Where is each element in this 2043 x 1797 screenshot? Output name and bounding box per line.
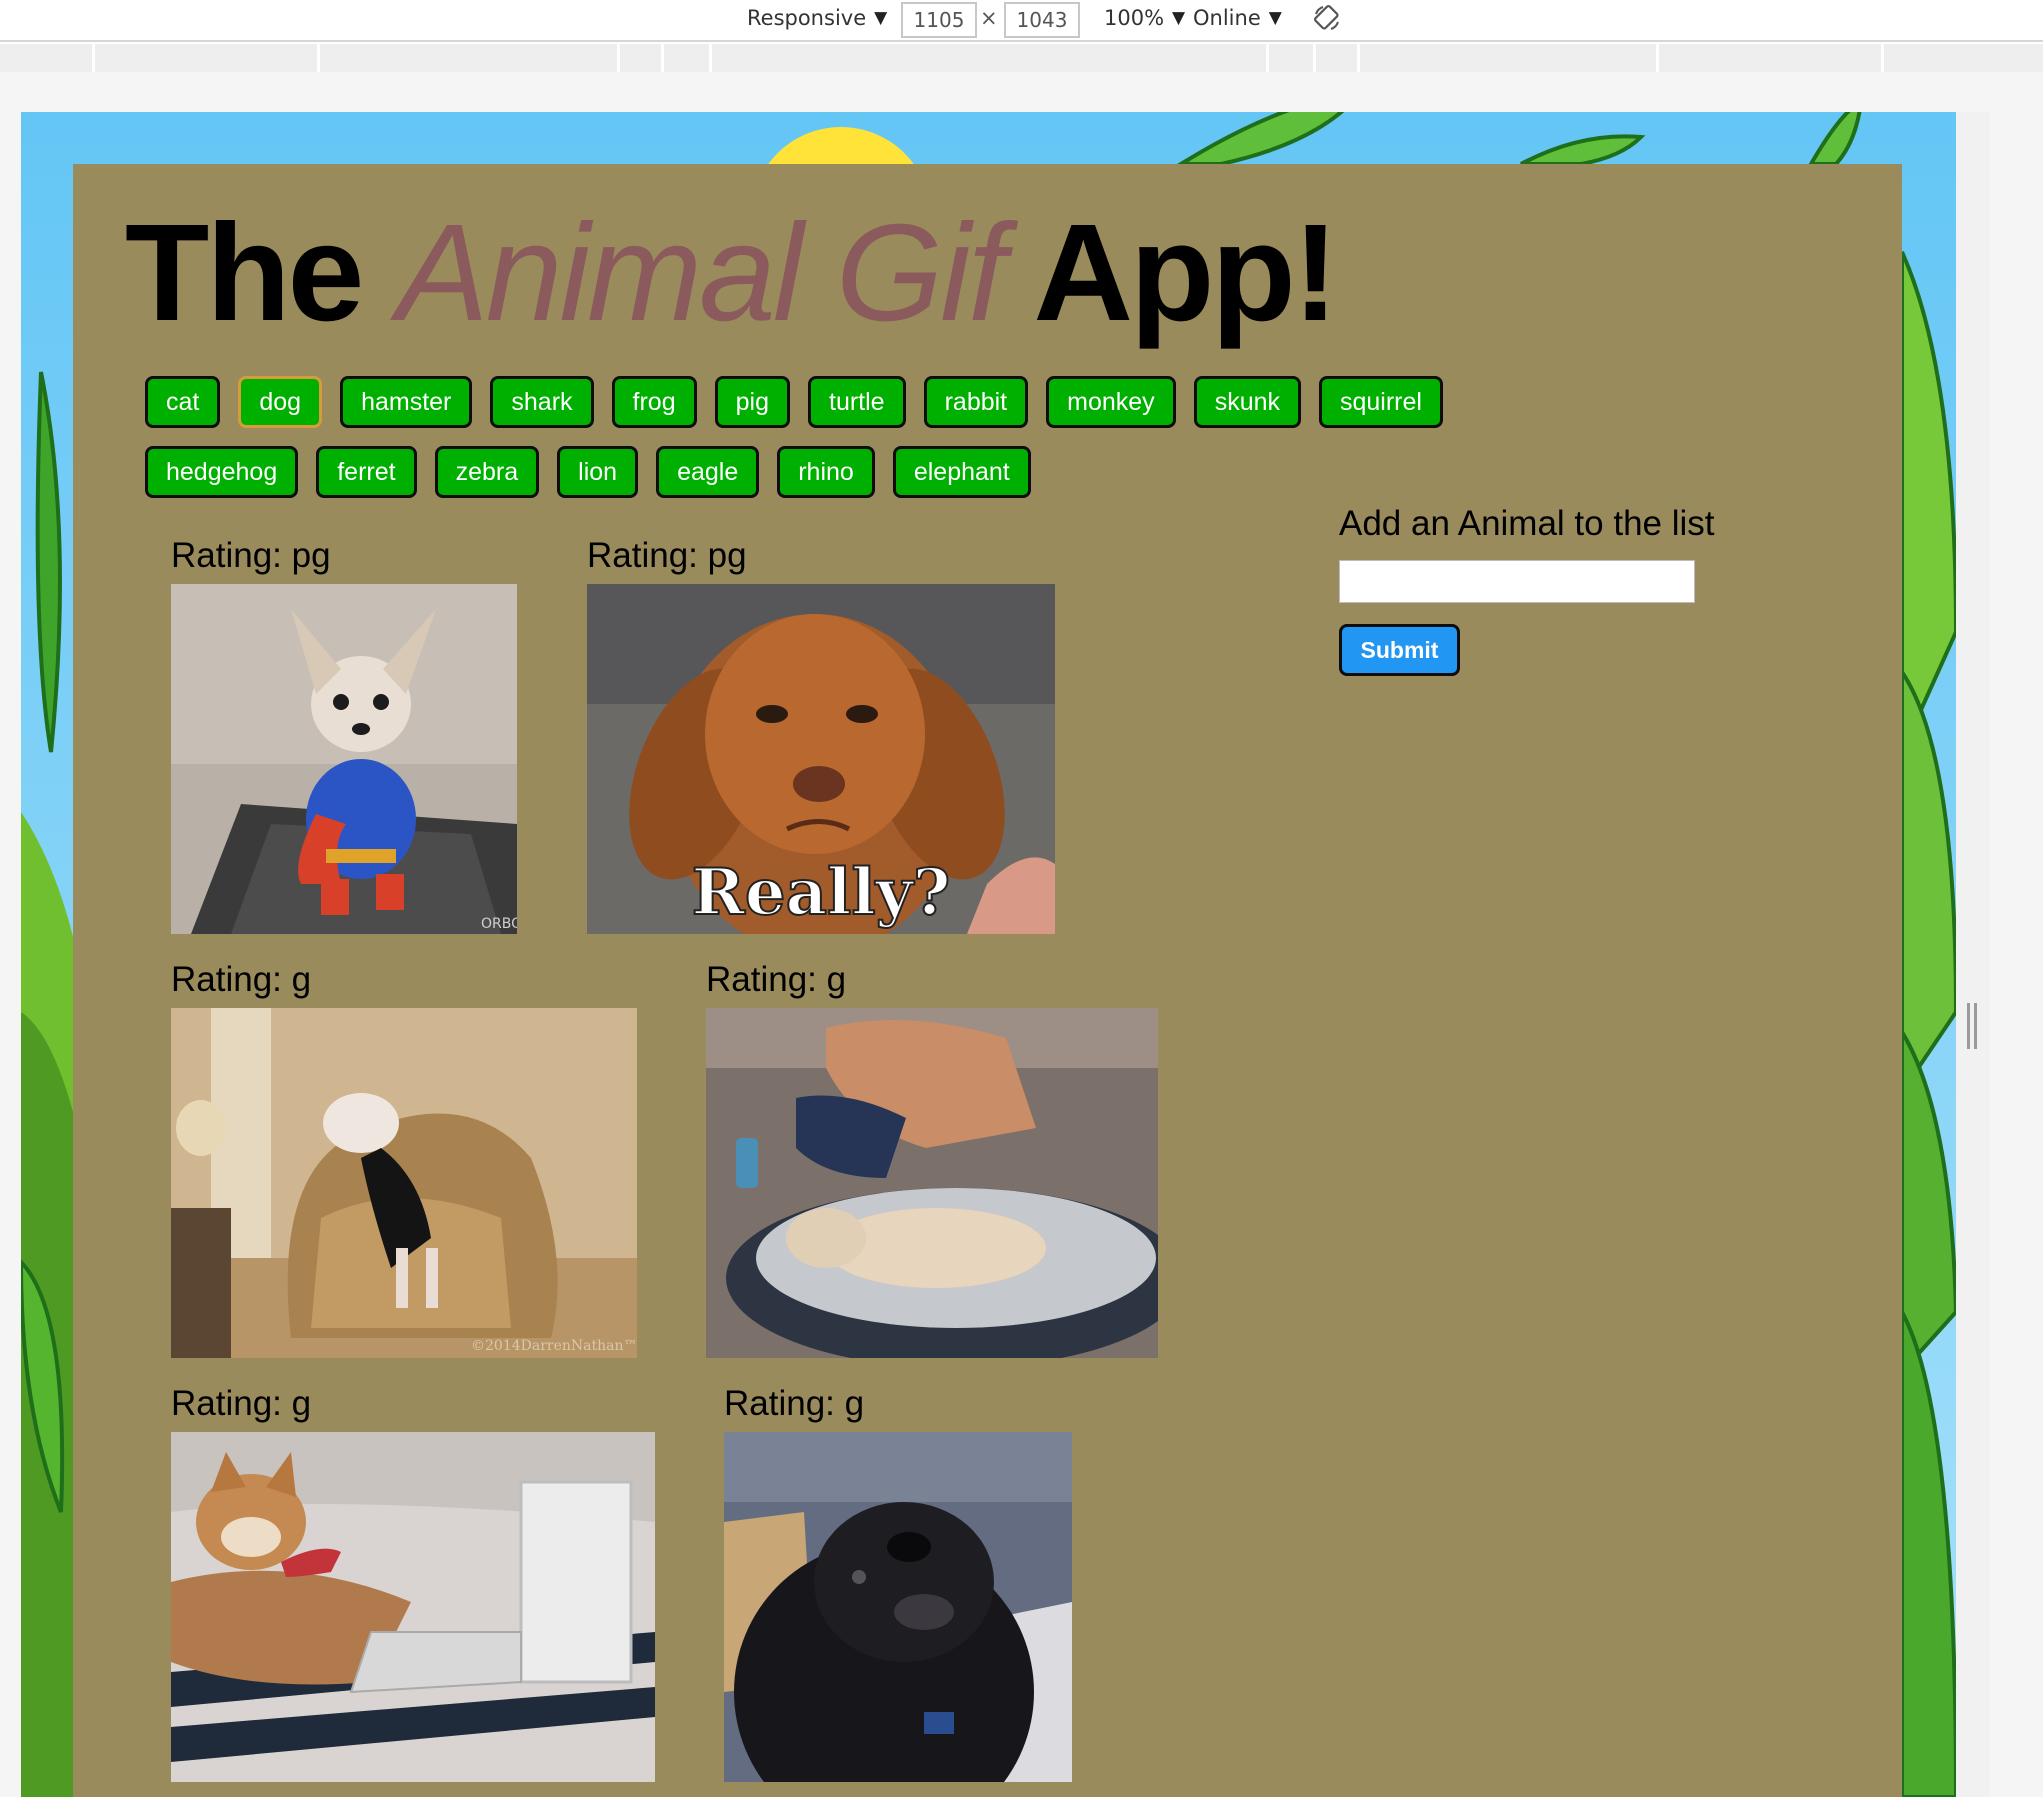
devtools-toolbar: Responsive ▼ 1105 × 1043 100% ▼ Online ▼ [0,0,2043,42]
chevron-down-icon: ▼ [874,8,888,28]
chevron-down-icon: ▼ [1268,8,1282,28]
app-panel: The Animal Gif App! cat dog hamster shar… [73,164,1902,1797]
chevron-down-icon: ▼ [1172,8,1186,28]
add-animal-title: Add an Animal to the list [1339,504,1715,543]
rating-label: Rating: g [171,1384,312,1423]
viewport-edge [1956,112,1990,1797]
animal-button-rhino[interactable]: rhino [777,446,875,498]
gif-image[interactable]: ©2014DarrenNathan™ [171,1008,637,1358]
submit-button[interactable]: Submit [1339,624,1460,676]
animal-button-skunk[interactable]: skunk [1193,376,1301,428]
resize-handle[interactable] [1967,1003,1977,1049]
animal-input[interactable] [1339,560,1695,603]
animal-button-elephant[interactable]: elephant [892,446,1031,498]
animal-button-dog[interactable]: dog [238,376,323,428]
rating-label: Rating: pg [587,536,747,575]
animal-button-monkey[interactable]: monkey [1046,376,1176,428]
network-select-label: Online [1193,6,1261,30]
gif-image[interactable] [724,1432,1072,1782]
gif-image[interactable]: Really? [587,584,1055,934]
network-select[interactable]: Online ▼ [1193,6,1282,30]
gif-image[interactable]: ORBO [171,584,517,934]
animal-button-hamster[interactable]: hamster [340,376,473,428]
rotate-icon[interactable] [1313,4,1341,32]
page-viewport: The Animal Gif App! cat dog hamster shar… [21,112,1956,1797]
animal-button-squirrel[interactable]: squirrel [1319,376,1443,428]
animal-button-shark[interactable]: shark [490,376,594,428]
rating-label: Rating: pg [171,536,331,575]
rating-label: Rating: g [706,960,847,999]
gif-watermark: ©2014DarrenNathan™ [471,1338,637,1354]
device-select-label: Responsive [747,6,867,30]
animal-button-ferret[interactable]: ferret [316,446,417,498]
animal-button-hedgehog[interactable]: hedgehog [145,446,299,498]
rating-label: Rating: g [724,1384,865,1423]
animal-button-zebra[interactable]: zebra [434,446,540,498]
title-part-1: The [125,196,364,350]
media-query-bar [0,44,2043,72]
times-icon: × [980,6,998,30]
width-input[interactable]: 1105 [901,2,977,38]
page-title: The Animal Gif App! [125,194,1339,353]
zoom-select[interactable]: 100% ▼ [1104,6,1185,30]
rating-label: Rating: g [171,960,312,999]
gif-caption: Really? [692,855,951,930]
animal-button-lion[interactable]: lion [557,446,639,498]
animal-button-cat[interactable]: cat [145,376,221,428]
animal-buttons-row-2: hedgehog ferret zebra lion eagle rhino e… [145,446,1031,498]
animal-button-rabbit[interactable]: rabbit [923,376,1029,428]
add-animal-form: Add an Animal to the list Submit [1339,504,1715,676]
height-input[interactable]: 1043 [1004,2,1080,38]
animal-button-pig[interactable]: pig [714,376,790,428]
gif-watermark: ORBO [481,916,517,932]
gif-image[interactable] [171,1432,655,1782]
device-select[interactable]: Responsive ▼ [747,6,887,30]
animal-button-eagle[interactable]: eagle [656,446,760,498]
zoom-select-label: 100% [1104,6,1165,30]
animal-button-turtle[interactable]: turtle [808,376,906,428]
title-part-2: App! [1033,196,1338,350]
animal-button-frog[interactable]: frog [611,376,697,428]
animal-buttons-row-1: cat dog hamster shark frog pig turtle ra… [145,376,1443,428]
gif-image[interactable] [706,1008,1158,1358]
title-accent: Animal Gif [396,196,1006,350]
